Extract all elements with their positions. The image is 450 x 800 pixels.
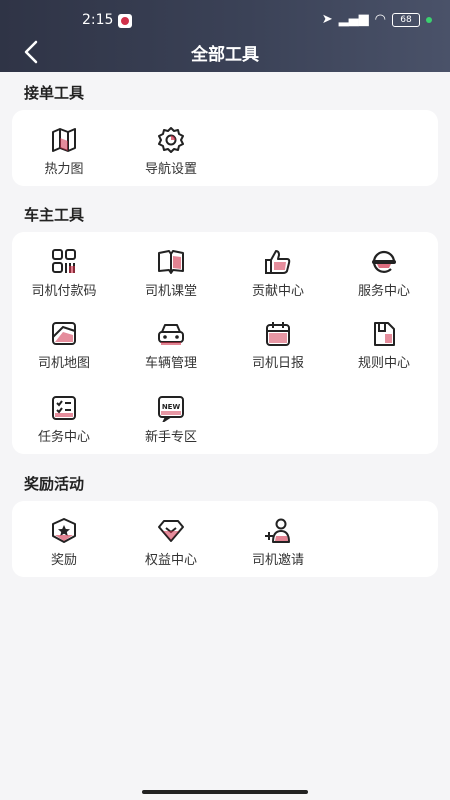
tool-label: 车辆管理 xyxy=(144,356,197,371)
wifi-icon: ◠ xyxy=(374,12,386,27)
open-book-icon xyxy=(158,250,184,274)
new-badge-text: NEW xyxy=(162,403,181,411)
section-title-owner-tools: 车主工具 xyxy=(24,206,85,224)
map-icon xyxy=(52,322,76,345)
section-title-order-tools: 接单工具 xyxy=(24,84,85,102)
tool-label: 司机日报 xyxy=(251,356,304,371)
card-order-tools: 热力图 导航设置 xyxy=(12,110,438,186)
section-title-rewards: 奖励活动 xyxy=(24,475,85,493)
tool-label: 规则中心 xyxy=(357,356,410,371)
status-bar: 2:15 ➤ ▂▄▆ ◠ 68 xyxy=(0,8,450,34)
qr-code-icon xyxy=(52,249,76,273)
checklist-icon xyxy=(52,396,76,420)
tool-newbie-zone[interactable]: NEW 新手专区 xyxy=(121,394,221,454)
gear-icon xyxy=(158,127,184,153)
tool-driver-map[interactable]: 司机地图 xyxy=(14,320,114,380)
tool-navigation-settings[interactable]: 导航设置 xyxy=(121,126,221,186)
tool-driver-payment-code[interactable]: 司机付款码 xyxy=(14,248,114,308)
status-time: 2:15 xyxy=(82,12,114,28)
battery-icon: 68 xyxy=(392,13,420,27)
status-icons: ➤ ▂▄▆ ◠ 68 xyxy=(322,12,432,28)
diamond-icon xyxy=(158,520,184,542)
tool-label: 导航设置 xyxy=(144,162,197,177)
app-notification-icon xyxy=(118,14,132,28)
tool-rewards[interactable]: 奖励 xyxy=(14,517,114,577)
tool-label: 奖励 xyxy=(50,553,77,568)
tool-rules-center[interactable]: 规则中心 xyxy=(334,320,434,380)
page-title: 全部工具 xyxy=(191,45,259,65)
tool-contribution-center[interactable]: 贡献中心 xyxy=(228,248,328,308)
tool-service-center[interactable]: 服务中心 xyxy=(334,248,434,308)
thumbs-up-icon xyxy=(265,250,291,274)
invite-user-icon xyxy=(265,518,290,543)
tool-label: 司机付款码 xyxy=(31,284,97,299)
car-icon xyxy=(158,324,184,345)
tool-task-center[interactable]: 任务中心 xyxy=(14,394,114,454)
tool-label: 司机邀请 xyxy=(251,553,304,568)
tool-heatmap[interactable]: 热力图 xyxy=(14,126,114,186)
tool-label: 服务中心 xyxy=(357,284,410,299)
home-indicator[interactable] xyxy=(142,790,308,794)
tool-label: 司机地图 xyxy=(37,356,90,371)
calendar-icon xyxy=(266,322,290,346)
app-header: 2:15 ➤ ▂▄▆ ◠ 68 全部工具 xyxy=(0,0,450,72)
card-rewards: 奖励 权益中心 司机邀请 xyxy=(12,501,438,577)
document-icon xyxy=(374,322,395,346)
green-dot-icon xyxy=(426,17,432,23)
star-badge-icon xyxy=(52,518,76,543)
location-arrow-icon: ➤ xyxy=(321,12,333,27)
tool-driver-daily-report[interactable]: 司机日报 xyxy=(228,320,328,380)
heatmap-map-icon xyxy=(52,128,76,152)
new-badge-icon: NEW xyxy=(158,396,184,422)
tool-label: 热力图 xyxy=(44,162,84,177)
tool-label: 贡献中心 xyxy=(251,284,304,299)
headset-icon xyxy=(372,250,396,273)
tool-vehicle-management[interactable]: 车辆管理 xyxy=(121,320,221,380)
tool-label: 新手专区 xyxy=(144,430,197,445)
tool-driver-invite[interactable]: 司机邀请 xyxy=(228,517,328,577)
tool-label: 任务中心 xyxy=(37,430,90,445)
tool-benefits-center[interactable]: 权益中心 xyxy=(121,517,221,577)
signal-icon: ▂▄▆ xyxy=(338,12,369,27)
card-owner-tools: 司机付款码 司机课堂 贡献中心 服务中心 司机地图 车辆管理 司机日报 规则中心… xyxy=(12,232,438,454)
tool-label: 司机课堂 xyxy=(144,284,197,299)
tool-label: 权益中心 xyxy=(144,553,197,568)
tool-driver-classroom[interactable]: 司机课堂 xyxy=(121,248,221,308)
